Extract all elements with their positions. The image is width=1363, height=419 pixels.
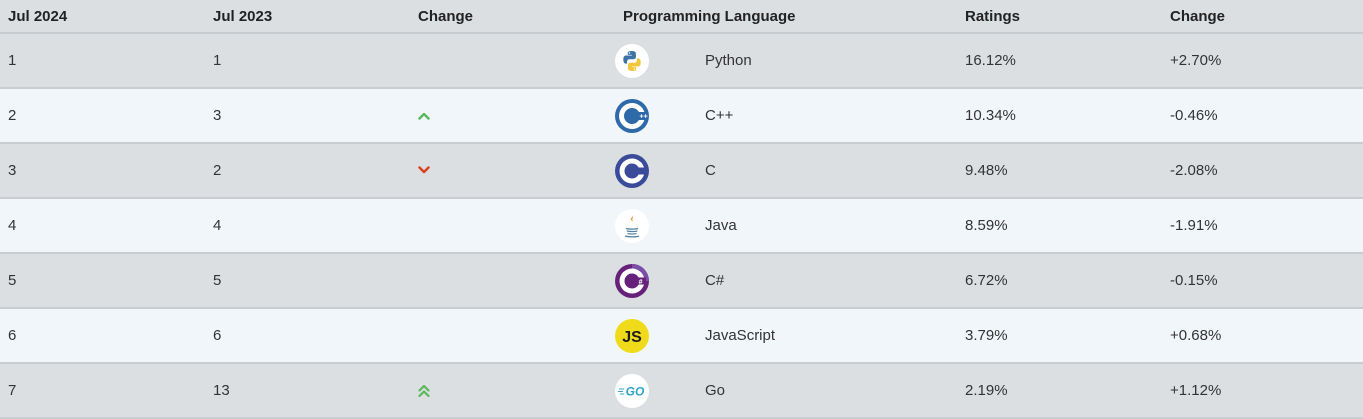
rating: 3.79% [965,327,1008,344]
current-rank: 6 [8,327,17,344]
rank-change [410,363,615,418]
current-rank: 5 [8,272,17,289]
header-programming-language[interactable]: Programming Language [615,0,957,34]
rating-change: -0.46% [1170,107,1218,124]
previous-rank: 2 [213,162,222,179]
previous-rank: 13 [213,382,230,399]
language-name[interactable]: JavaScript [697,308,957,363]
rank-change [410,198,615,253]
language-name[interactable]: Go [697,363,957,418]
header-previous-rank[interactable]: Jul 2023 [205,0,410,34]
rating-change: -2.08% [1170,162,1218,179]
language-logo [615,33,697,88]
previous-rank: 6 [213,327,222,344]
rating-change: -1.91% [1170,217,1218,234]
previous-rank: 4 [213,217,222,234]
rating: 8.59% [965,217,1008,234]
rank-up-icon [418,111,615,120]
previous-rank: 5 [213,272,222,289]
rating: 10.34% [965,107,1016,124]
rating: 2.19% [965,382,1008,399]
language-name[interactable]: Java [697,198,957,253]
javascript-logo-icon: JS [615,318,649,353]
table-row: 2 3 ++ C++ 10.34% -0.46% [0,88,1363,143]
header-current-rank[interactable]: Jul 2024 [0,0,205,34]
header-change[interactable]: Change [410,0,615,34]
language-logo [615,198,697,253]
python-logo-icon [615,43,649,78]
cpp-logo-icon: ++ [615,98,649,133]
svg-text:++: ++ [640,113,648,120]
table-body: 1 1 Python 16.12% +2.70% 2 3 ++ C++ 10.34% -0.46% 3… [0,33,1363,418]
language-logo: JS [615,308,697,363]
rating-change: +2.70% [1170,52,1222,69]
svg-text:#: # [639,278,643,285]
rank-change [410,88,615,143]
current-rank: 1 [8,52,17,69]
language-name[interactable]: C++ [697,88,957,143]
rating: 9.48% [965,162,1008,179]
current-rank: 4 [8,217,17,234]
rank-double-up-icon [418,384,615,398]
java-logo-icon [615,208,649,243]
language-logo: GO [615,363,697,418]
table-row: 6 6 JS JavaScript 3.79% +0.68% [0,308,1363,363]
table-row: 4 4 Java 8.59% -1.91% [0,198,1363,253]
header-ratings[interactable]: Ratings [957,0,1162,34]
csharp-logo-icon: # [615,263,649,298]
rank-change [410,253,615,308]
go-logo-icon: GO [615,373,649,408]
previous-rank: 1 [213,52,222,69]
rating: 6.72% [965,272,1008,289]
table-row: 1 1 Python 16.12% +2.70% [0,33,1363,88]
rank-change [410,33,615,88]
rating-change: -0.15% [1170,272,1218,289]
c-logo-icon [615,153,649,188]
language-logo: # [615,253,697,308]
current-rank: 2 [8,107,17,124]
language-logo: ++ [615,88,697,143]
svg-text:GO: GO [626,384,645,398]
current-rank: 3 [8,162,17,179]
table-header-row: Jul 2024 Jul 2023 Change Programming Lan… [0,0,1363,34]
rating: 16.12% [965,52,1016,69]
header-change-percent[interactable]: Change [1162,0,1363,34]
table-row: 3 2 C 9.48% -2.08% [0,143,1363,198]
svg-text:JS: JS [622,329,642,346]
language-logo [615,143,697,198]
current-rank: 7 [8,382,17,399]
ranking-table: Jul 2024 Jul 2023 Change Programming Lan… [0,0,1363,419]
previous-rank: 3 [213,107,222,124]
rank-change [410,143,615,198]
language-name[interactable]: C [697,143,957,198]
rank-down-icon [418,166,615,175]
rating-change: +1.12% [1170,382,1222,399]
rank-change [410,308,615,363]
table-row: 7 13 GO Go 2.19% +1.12% [0,363,1363,418]
rating-change: +0.68% [1170,327,1222,344]
table-row: 5 5 # C# 6.72% -0.15% [0,253,1363,308]
language-name[interactable]: C# [697,253,957,308]
language-name[interactable]: Python [697,33,957,88]
